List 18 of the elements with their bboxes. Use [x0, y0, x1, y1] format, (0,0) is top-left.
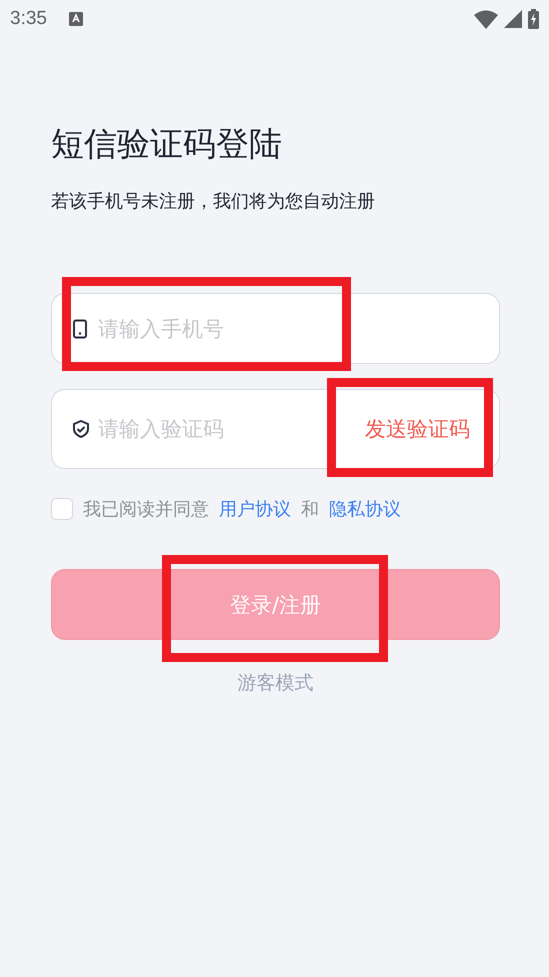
keyboard-icon — [68, 12, 83, 26]
guest-mode-link[interactable]: 游客模式 — [238, 670, 314, 696]
wifi-icon — [474, 10, 498, 28]
agreement-checkbox[interactable] — [51, 498, 73, 520]
phone-icon — [73, 319, 87, 338]
subtitle: 若该手机号未注册，我们将为您自动注册 — [51, 190, 376, 213]
conjunction-text: 和 — [301, 498, 319, 521]
user-agreement-link[interactable]: 用户协议 — [219, 497, 291, 521]
privacy-policy-link[interactable]: 隐私协议 — [329, 497, 401, 521]
battery-charging-icon — [528, 9, 539, 29]
status-time: 3:35 — [10, 8, 47, 30]
shield-check-icon — [73, 420, 89, 438]
login-register-button[interactable]: 登录/注册 — [51, 569, 500, 640]
send-code-button[interactable]: 发送验证码 — [357, 409, 478, 449]
agreement-text: 我已阅读并同意 — [83, 498, 209, 521]
phone-input-field[interactable]: 请输入手机号 — [51, 293, 500, 364]
page-title: 短信验证码登陆 — [51, 123, 283, 165]
signal-icon — [504, 10, 522, 28]
